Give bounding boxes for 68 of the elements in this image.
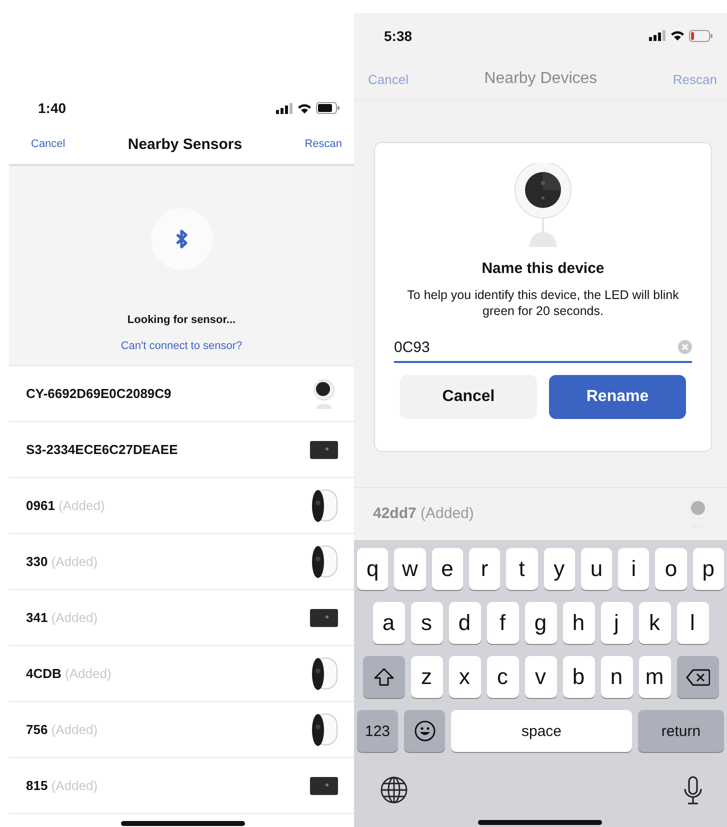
letter-key[interactable]: e bbox=[432, 548, 463, 590]
letter-key[interactable]: g bbox=[524, 602, 556, 644]
backspace-icon bbox=[686, 668, 710, 686]
letter-key[interactable]: c bbox=[486, 656, 518, 698]
letter-key[interactable]: f bbox=[486, 602, 518, 644]
sensor-row[interactable]: S3-2334ECE6C27DEAEE bbox=[9, 422, 354, 478]
bar-device-icon bbox=[310, 608, 338, 626]
box-camera-icon bbox=[310, 656, 338, 690]
signal-icon bbox=[649, 30, 666, 41]
letter-key[interactable]: j bbox=[600, 602, 632, 644]
letter-key[interactable]: m bbox=[638, 656, 670, 698]
letter-key[interactable]: d bbox=[448, 602, 480, 644]
rescan-link[interactable]: Rescan bbox=[304, 138, 342, 150]
box-camera-icon bbox=[310, 544, 338, 578]
globe-icon[interactable] bbox=[380, 776, 408, 804]
emoji-icon bbox=[414, 720, 436, 742]
backspace-key[interactable] bbox=[676, 656, 718, 698]
cancel-link[interactable]: Cancel bbox=[31, 138, 66, 150]
box-camera-icon bbox=[310, 712, 338, 746]
letter-key[interactable]: b bbox=[562, 656, 594, 698]
return-key[interactable]: return bbox=[638, 710, 724, 752]
wifi-icon bbox=[297, 102, 312, 114]
sensor-name: S3-2334ECE6C27DEAEE bbox=[26, 442, 178, 457]
letter-key[interactable]: i bbox=[618, 548, 650, 590]
letter-key[interactable]: p bbox=[692, 548, 724, 590]
bar-device-icon bbox=[310, 776, 338, 794]
battery-icon bbox=[316, 102, 340, 114]
letter-key[interactable]: n bbox=[600, 656, 632, 698]
letter-key[interactable]: s bbox=[410, 602, 442, 644]
wifi-icon bbox=[670, 30, 685, 41]
bluetooth-icon bbox=[174, 229, 188, 249]
device-name: 42dd7 (Added) bbox=[373, 504, 474, 522]
letter-key[interactable]: x bbox=[448, 656, 480, 698]
shift-key[interactable] bbox=[362, 656, 404, 698]
rename-button[interactable]: Rename bbox=[549, 375, 686, 419]
dialog-title: Name this device bbox=[482, 260, 604, 277]
scan-status: Looking for sensor... bbox=[127, 314, 236, 326]
screen-title: Nearby Sensors bbox=[128, 136, 242, 152]
letter-key[interactable]: q bbox=[357, 548, 388, 590]
letter-key[interactable]: t bbox=[506, 548, 538, 590]
numbers-key[interactable]: 123 bbox=[357, 710, 398, 752]
status-time: 1:40 bbox=[38, 100, 66, 116]
space-key[interactable]: space bbox=[451, 710, 632, 752]
dialog-message: To help you identify this device, the LED will blink green for 20 seconds. bbox=[406, 287, 680, 319]
letter-key[interactable]: k bbox=[638, 602, 670, 644]
cancel-button[interactable]: Cancel bbox=[400, 375, 537, 419]
help-link[interactable]: Can't connect to sensor? bbox=[120, 340, 242, 352]
letter-key[interactable]: h bbox=[562, 602, 594, 644]
microphone-icon[interactable] bbox=[683, 776, 703, 806]
status-time: 5:38 bbox=[384, 28, 412, 44]
battery-icon bbox=[689, 30, 713, 42]
sensor-row[interactable]: CY-6692D69E0C2089C9 bbox=[9, 366, 354, 422]
letter-key[interactable]: w bbox=[394, 548, 426, 590]
letter-key[interactable]: z bbox=[410, 656, 442, 698]
emoji-key[interactable] bbox=[404, 710, 445, 752]
letter-key[interactable]: u bbox=[580, 548, 612, 590]
sensor-name: CY-6692D69E0C2089C9 bbox=[26, 386, 172, 401]
letter-key[interactable]: l bbox=[676, 602, 708, 644]
box-camera-icon bbox=[310, 488, 338, 522]
shift-icon bbox=[374, 668, 394, 686]
letter-key[interactable]: r bbox=[468, 548, 500, 590]
letter-key[interactable]: v bbox=[524, 656, 556, 698]
signal-icon bbox=[276, 102, 293, 114]
letter-key[interactable]: y bbox=[544, 548, 575, 590]
bar-device-icon bbox=[310, 440, 338, 458]
screen-title: Nearby Devices bbox=[484, 70, 598, 88]
letter-key[interactable]: o bbox=[655, 548, 687, 590]
letter-key[interactable]: a bbox=[372, 602, 404, 644]
